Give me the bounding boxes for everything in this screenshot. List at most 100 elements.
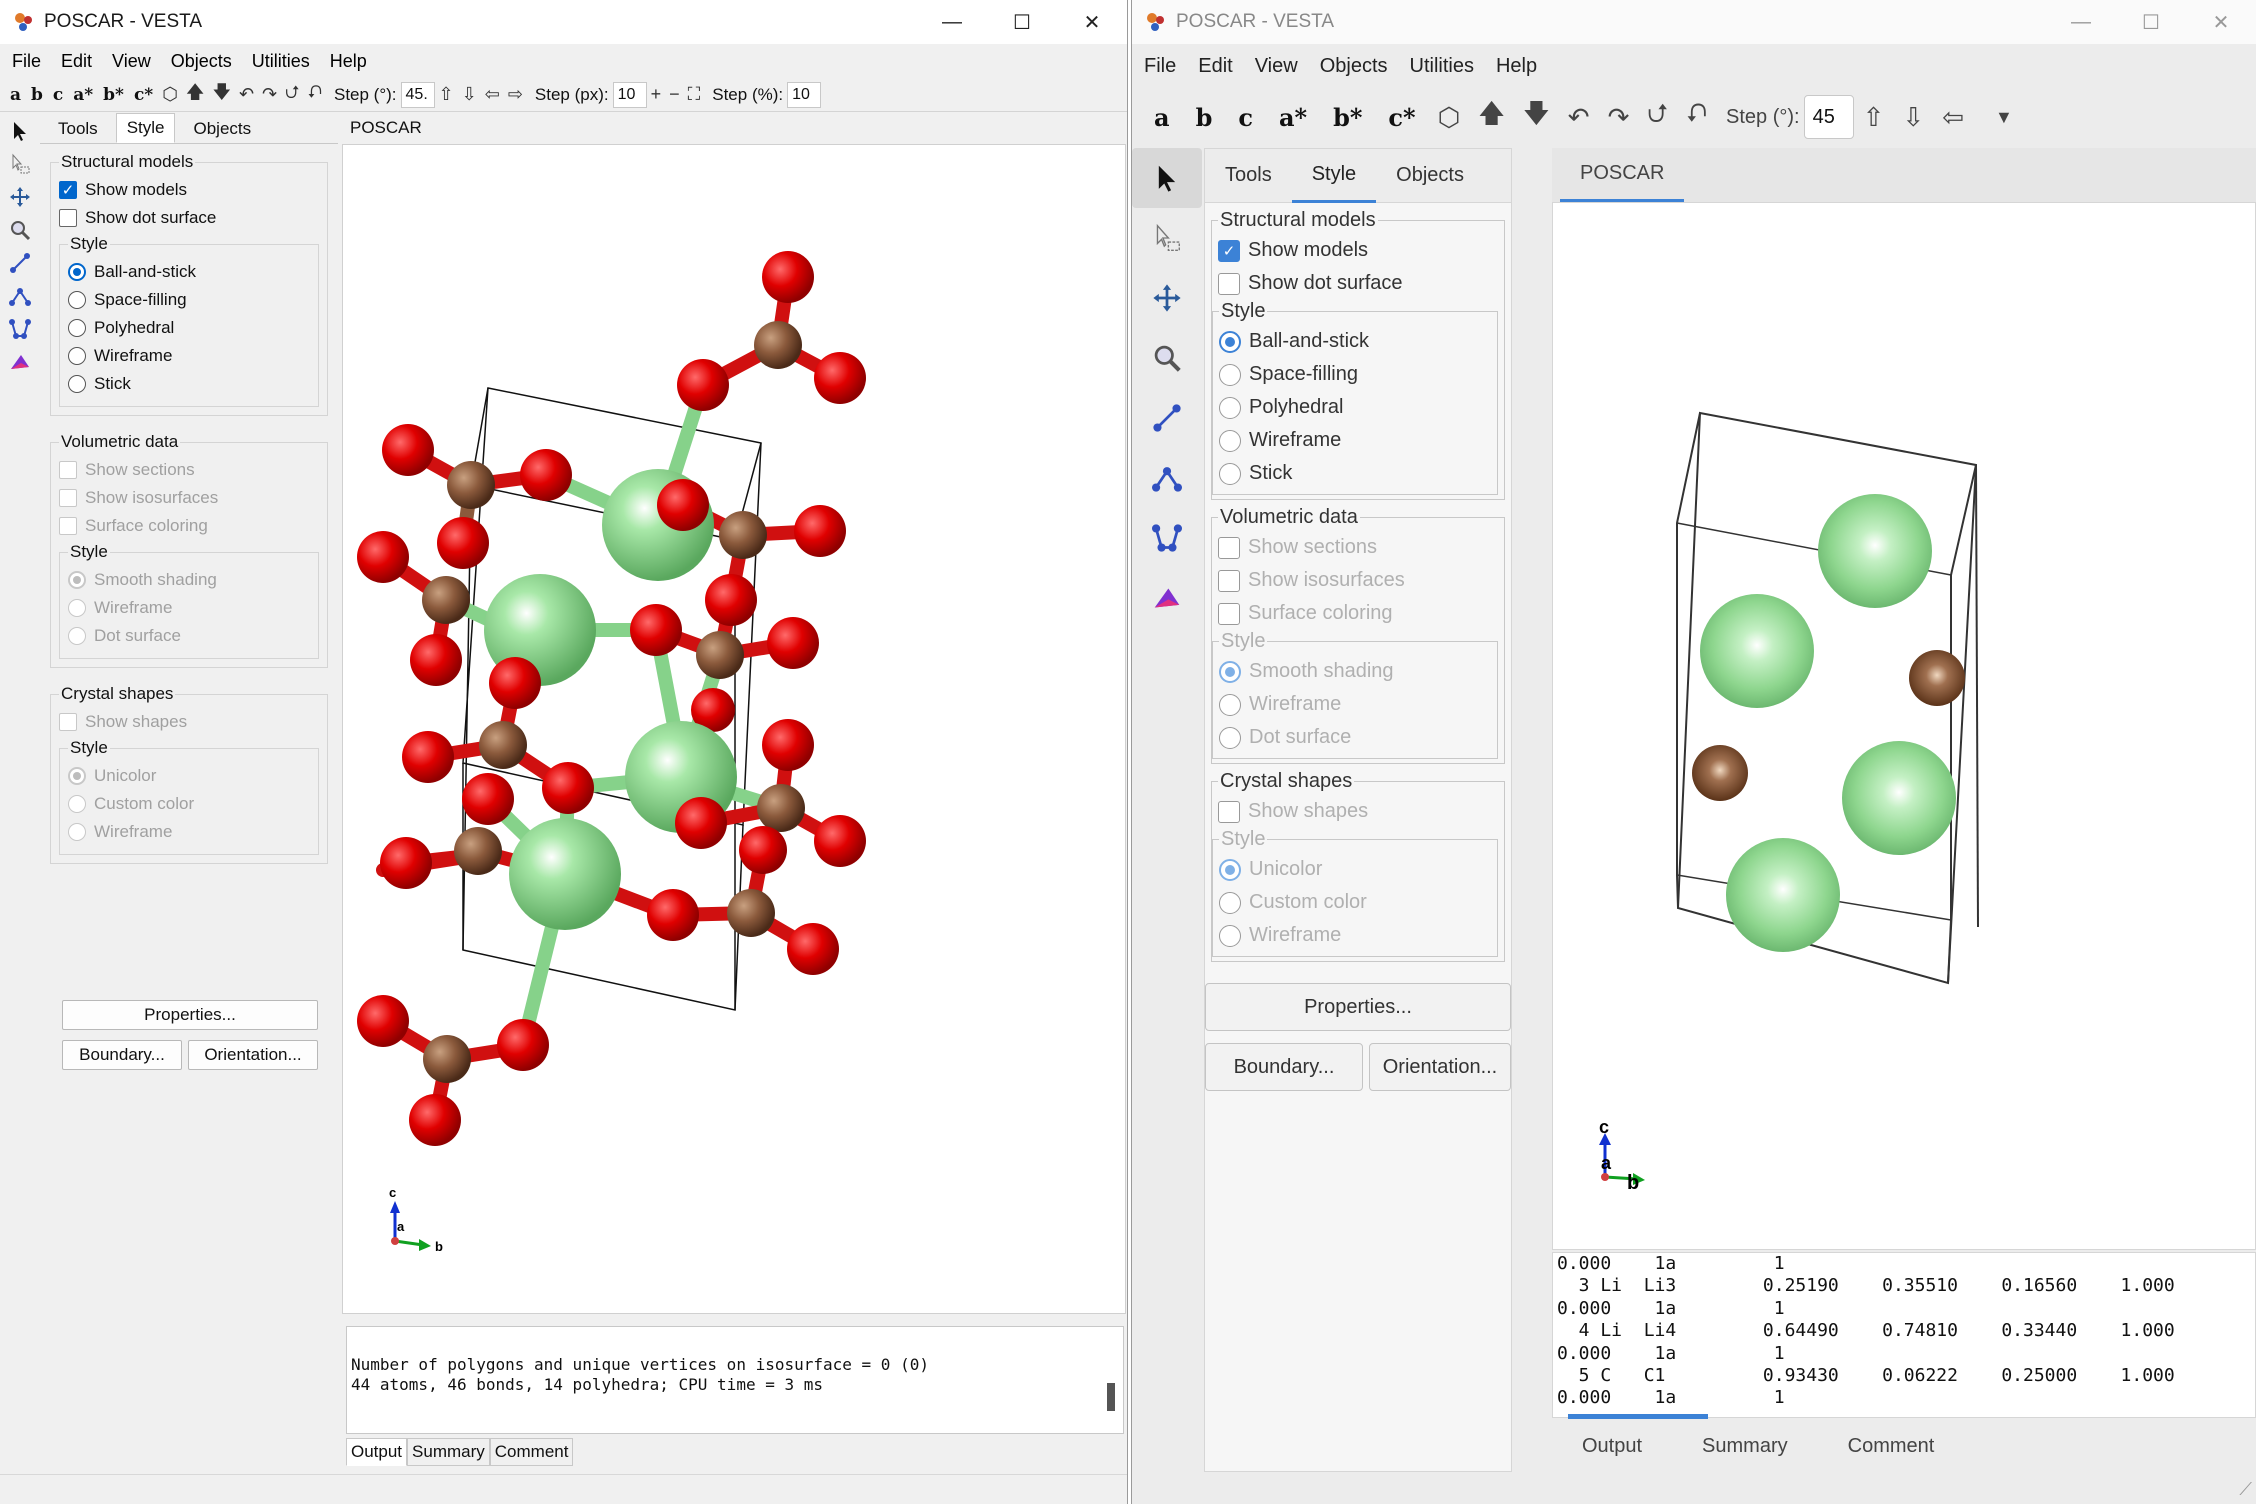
show-dot-surface-checkbox[interactable]: Show dot surface (59, 204, 319, 232)
radio[interactable] (68, 599, 86, 617)
zoom-in-icon[interactable]: + (651, 84, 662, 105)
rotate-cw-icon[interactable]: ⮏ (308, 80, 322, 110)
radio-stick[interactable]: Stick (68, 370, 310, 398)
menu-utilities[interactable]: Utilities (252, 51, 310, 72)
angle-tool[interactable] (0, 279, 40, 312)
rotate-right-icon[interactable]: ↷ (1608, 102, 1630, 133)
orientation-tool[interactable] (1132, 568, 1202, 628)
show-models-checkbox[interactable]: Show models (1218, 234, 1498, 267)
move-down-icon[interactable]: ⇩ (462, 84, 477, 105)
radio[interactable] (68, 795, 86, 813)
oxygen-atom[interactable] (814, 352, 866, 404)
step-px-input[interactable]: 10 (612, 81, 647, 108)
tab-comment[interactable]: Comment (1818, 1435, 1965, 1458)
menu-edit[interactable]: Edit (61, 51, 92, 72)
orientation-button[interactable]: Orientation... (1369, 1043, 1511, 1091)
oxygen-atom[interactable] (437, 517, 489, 569)
radio-custom-color[interactable]: Custom color (1219, 886, 1491, 919)
oxygen-atom[interactable] (542, 762, 594, 814)
view-along-cstar-button[interactable]: c* (134, 85, 153, 105)
structure-viewer[interactable]: c a b (342, 144, 1126, 1314)
oxygen-atom[interactable] (705, 574, 757, 626)
oxygen-atom[interactable] (520, 449, 572, 501)
rotate-right-icon[interactable]: ↷ (262, 84, 277, 105)
move-right-icon[interactable]: ⇨ (508, 84, 523, 105)
magnify-tool[interactable] (1132, 328, 1202, 388)
oxygen-atom[interactable] (462, 773, 514, 825)
tab-comment[interactable]: Comment (489, 1438, 574, 1466)
show-sections-checkbox[interactable]: Show sections (1218, 531, 1498, 564)
rotate-up-icon[interactable]: 🡅 (186, 80, 205, 110)
checkbox[interactable] (1218, 800, 1240, 823)
move-left-icon[interactable]: ⇦ (1942, 102, 1964, 133)
properties-button[interactable]: Properties... (62, 1000, 318, 1030)
checkbox-checked[interactable] (59, 181, 77, 199)
view-along-b-button[interactable]: b (1196, 103, 1213, 132)
checkbox[interactable] (59, 517, 77, 535)
distance-tool[interactable] (1132, 388, 1202, 448)
tab-output[interactable]: Output (346, 1438, 408, 1466)
move-down-icon[interactable]: ⇩ (1902, 102, 1924, 133)
oxygen-atom[interactable] (647, 889, 699, 941)
zoom-out-icon[interactable]: − (669, 84, 680, 105)
radio-selected[interactable] (1219, 660, 1241, 683)
maximize-button[interactable]: ☐ (2116, 0, 2186, 44)
radio-custom-color[interactable]: Custom color (68, 790, 310, 818)
radio[interactable] (1219, 693, 1241, 716)
radio-ball-and-stick[interactable]: Ball-and-stick (68, 258, 310, 286)
radio-ball-and-stick[interactable]: Ball-and-stick (1219, 325, 1491, 358)
radio[interactable] (68, 627, 86, 645)
show-isosurfaces-checkbox[interactable]: Show isosurfaces (1218, 564, 1498, 597)
properties-button[interactable]: Properties... (1205, 983, 1511, 1031)
move-up-icon[interactable]: ⇧ (439, 84, 454, 105)
select-region-tool[interactable] (1132, 208, 1202, 268)
standard-orientation-icon[interactable]: ⬡ (1438, 102, 1461, 133)
radio-smooth-shading[interactable]: Smooth shading (1219, 655, 1491, 688)
menu-view[interactable]: View (1255, 55, 1298, 78)
oxygen-atom[interactable] (677, 359, 729, 411)
surface-coloring-checkbox[interactable]: Surface coloring (1218, 597, 1498, 630)
lithium-atom[interactable] (1818, 494, 1932, 608)
radio[interactable] (68, 823, 86, 841)
menu-edit[interactable]: Edit (1198, 55, 1232, 78)
radio-stick[interactable]: Stick (1219, 457, 1491, 490)
maximize-button[interactable]: ☐ (987, 0, 1057, 44)
radio[interactable] (68, 291, 86, 309)
radio[interactable] (68, 319, 86, 337)
checkbox[interactable] (59, 489, 77, 507)
tab-summary[interactable]: Summary (407, 1438, 490, 1466)
radio[interactable] (1219, 363, 1241, 386)
checkbox[interactable] (59, 209, 77, 227)
lithium-atom[interactable] (1700, 594, 1814, 708)
radio-polyhedral[interactable]: Polyhedral (1219, 391, 1491, 424)
oxygen-atom[interactable] (787, 923, 839, 975)
translate-tool[interactable] (1132, 268, 1202, 328)
menu-view[interactable]: View (112, 51, 151, 72)
tab-tools[interactable]: Tools (1205, 149, 1292, 203)
view-along-astar-button[interactable]: a* (73, 85, 93, 105)
tab-output[interactable]: Output (1552, 1435, 1672, 1458)
rotate-ccw-icon[interactable]: ⮍ (285, 80, 299, 110)
view-along-a-button[interactable]: a (10, 85, 21, 105)
oxygen-atom[interactable] (675, 797, 727, 849)
radio-space-filling[interactable]: Space-filling (1219, 358, 1491, 391)
lithium-atom[interactable] (1726, 838, 1840, 952)
tab-style[interactable]: Style (1291, 149, 1377, 203)
carbon-atom[interactable] (1692, 745, 1748, 801)
radio-selected[interactable] (68, 263, 86, 281)
view-along-a-button[interactable]: a (1154, 103, 1170, 132)
radio-wireframe[interactable]: Wireframe (1219, 919, 1491, 952)
radio-wireframe[interactable]: Wireframe (68, 818, 310, 846)
show-dot-surface-checkbox[interactable]: Show dot surface (1218, 267, 1498, 300)
radio-unicolor[interactable]: Unicolor (1219, 853, 1491, 886)
rotate-down-icon[interactable]: 🡇 (212, 80, 231, 110)
view-along-c-button[interactable]: c (1238, 103, 1253, 132)
menu-help[interactable]: Help (1496, 55, 1537, 78)
show-sections-checkbox[interactable]: Show sections (59, 456, 319, 484)
carbon-atom[interactable] (447, 461, 495, 509)
radio[interactable] (1219, 891, 1241, 914)
surface-coloring-checkbox[interactable]: Surface coloring (59, 512, 319, 540)
carbon-atom[interactable] (423, 1035, 471, 1083)
radio-space-filling[interactable]: Space-filling (68, 286, 310, 314)
view-along-bstar-button[interactable]: b* (1333, 103, 1362, 132)
